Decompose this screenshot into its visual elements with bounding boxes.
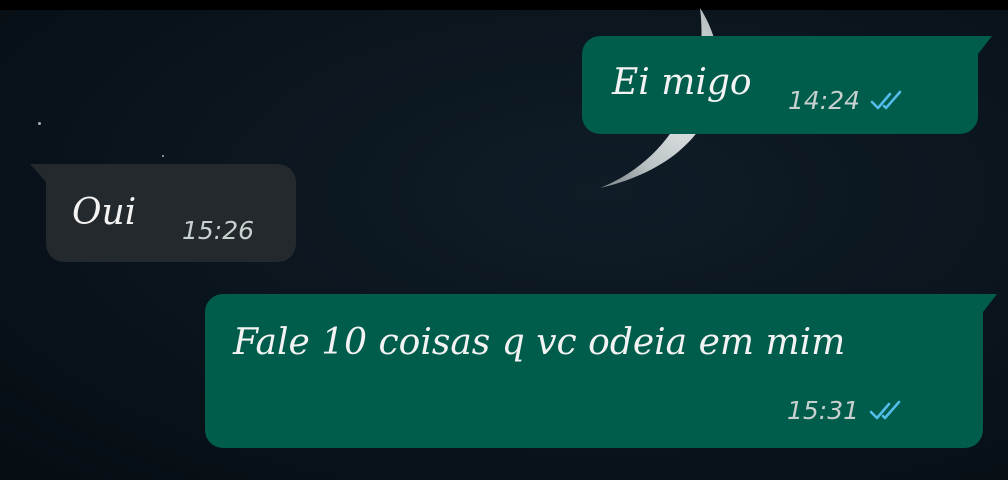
message-text: Ei migo [612, 62, 752, 103]
star [38, 122, 41, 125]
double-check-read-icon [870, 90, 902, 109]
message-text: Fale 10 coisas q vc odeia em mim [233, 322, 846, 363]
message-bubble-outgoing[interactable]: Fale 10 coisas q vc odeia em mim 15:31 [205, 294, 983, 448]
message-meta: 15:26 [182, 216, 254, 245]
message-time: 15:26 [182, 216, 255, 245]
outgoing-bubble-tail [983, 294, 997, 312]
message-bubble-outgoing[interactable]: Ei migo 14:24 [582, 36, 978, 134]
status-bar-edge [0, 0, 1008, 10]
message-time: 15:31 [787, 396, 860, 425]
chat-screen: Ei migo 14:24 Oui 15:26 Fale 10 coisas q… [0, 0, 1008, 480]
star [162, 155, 164, 157]
double-check-read-icon [869, 400, 901, 419]
outgoing-bubble-tail [978, 36, 992, 54]
message-meta: 15:31 [787, 396, 907, 425]
incoming-bubble-tail [30, 164, 46, 182]
message-text: Oui [72, 192, 137, 233]
message-time: 14:24 [788, 86, 861, 115]
message-meta: 14:24 [788, 86, 908, 115]
message-bubble-incoming[interactable]: Oui 15:26 [46, 164, 296, 262]
